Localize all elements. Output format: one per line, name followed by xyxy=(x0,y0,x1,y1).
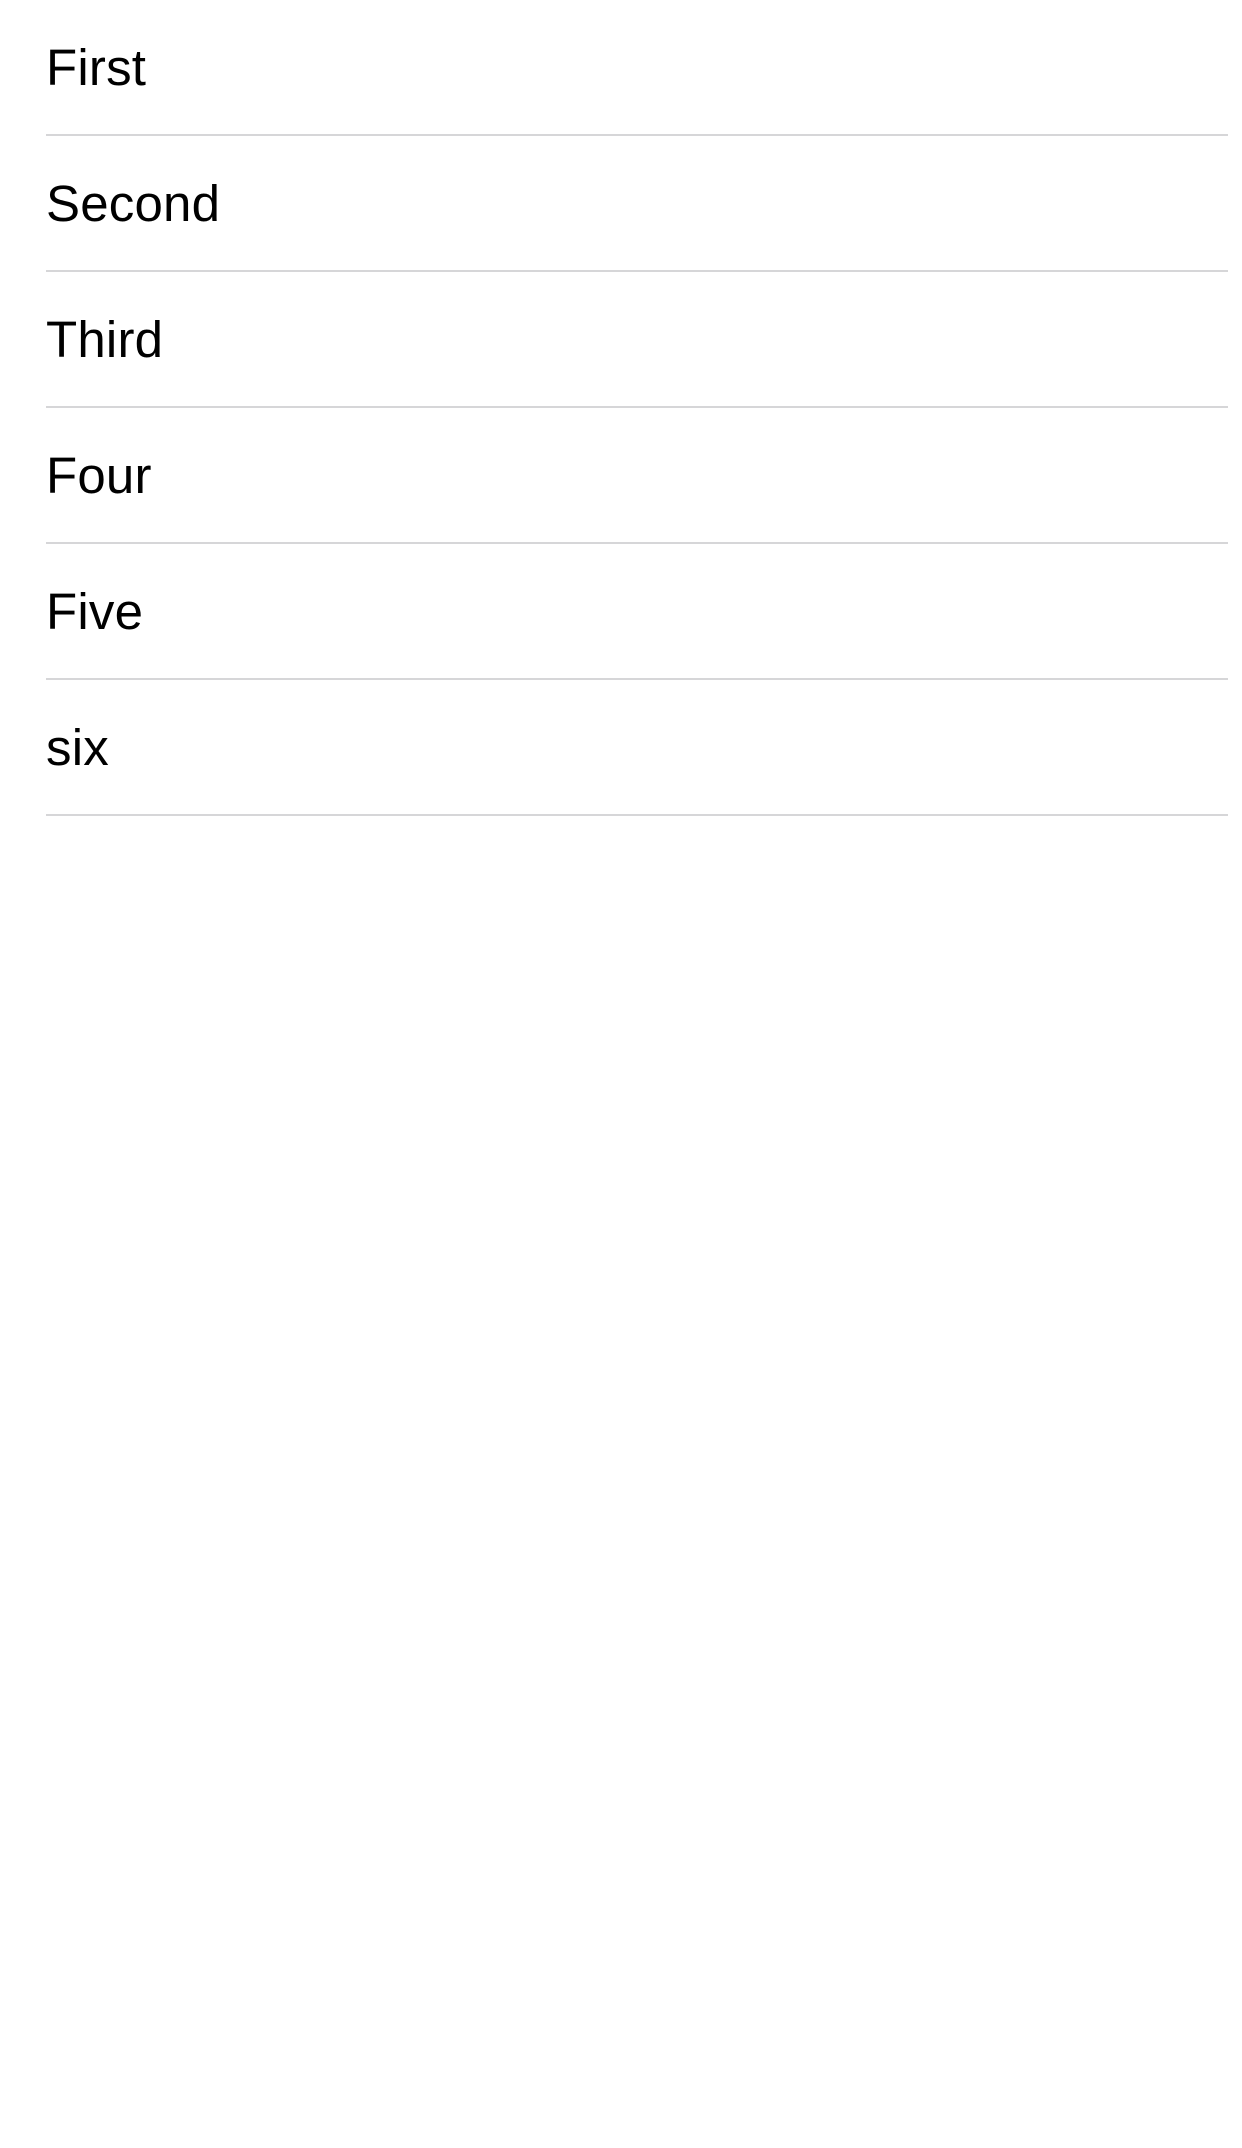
list-item-first[interactable]: First xyxy=(0,0,1242,136)
list-item-label: six xyxy=(46,719,109,776)
list-item-label: Four xyxy=(46,447,152,504)
list-item-label: Third xyxy=(46,311,164,368)
table-view[interactable]: First Second Third Four Five six xyxy=(0,0,1242,2148)
list-item-six[interactable]: six xyxy=(0,680,1242,816)
list-item-third[interactable]: Third xyxy=(0,272,1242,408)
list-item-second[interactable]: Second xyxy=(0,136,1242,272)
row-separator xyxy=(46,814,1228,816)
list-item-label: First xyxy=(46,39,147,96)
list-item-five[interactable]: Five xyxy=(0,544,1242,680)
list-item-label: Five xyxy=(46,583,144,640)
list-item-label: Second xyxy=(46,175,221,232)
list-item-four[interactable]: Four xyxy=(0,408,1242,544)
